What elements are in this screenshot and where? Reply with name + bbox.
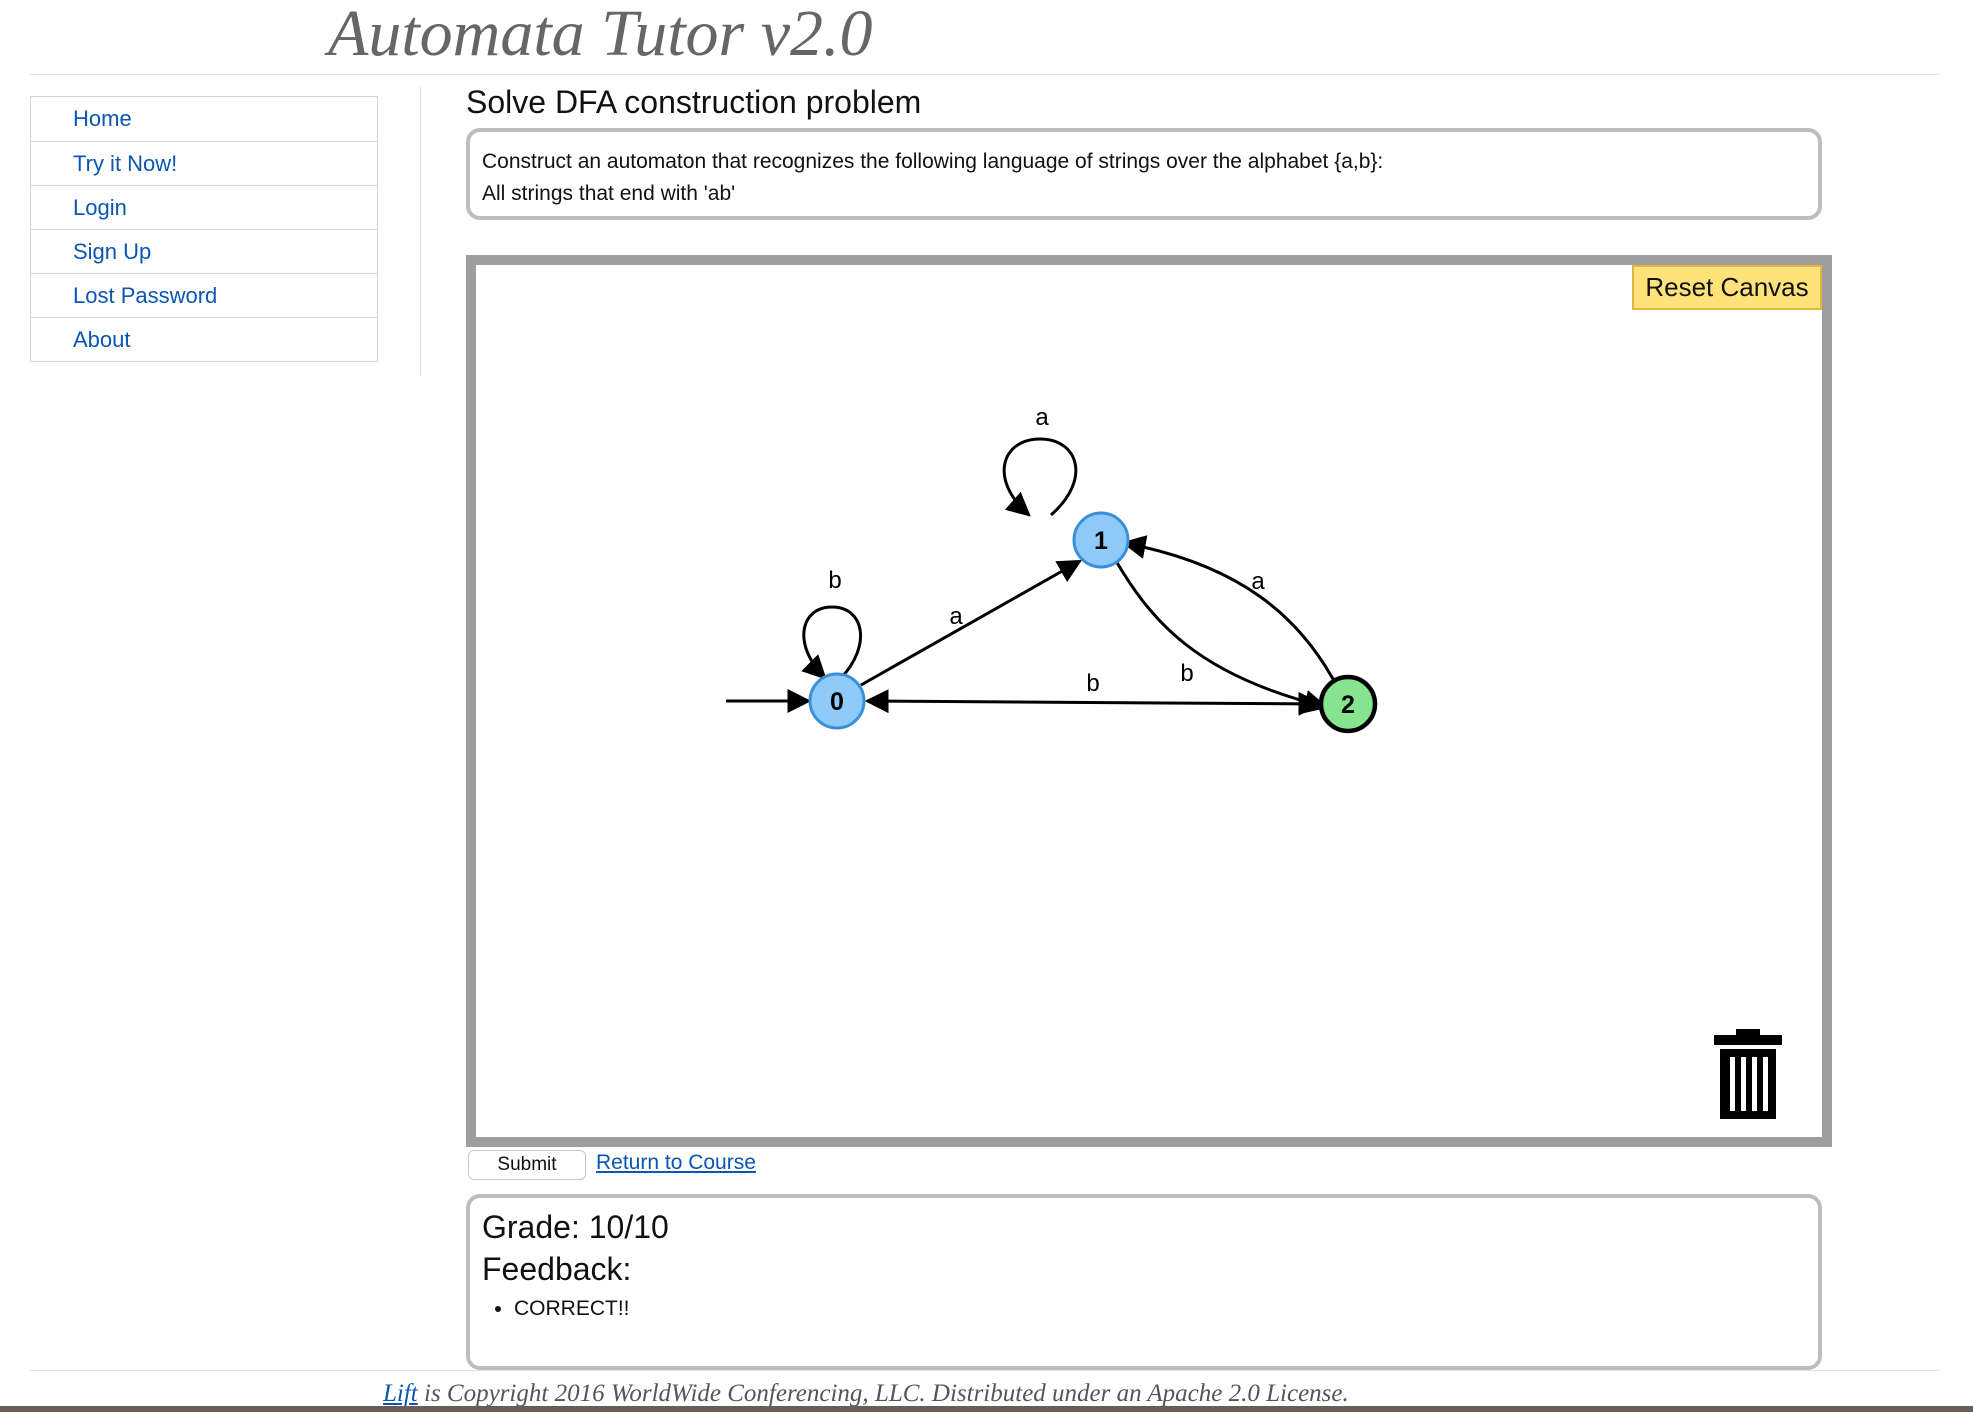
state-2-label: 2 xyxy=(1341,691,1355,719)
sidebar-item-try-it-now[interactable]: Try it Now! xyxy=(31,141,377,185)
problem-line-2: All strings that end with 'ab' xyxy=(482,182,736,205)
sidebar-item-home[interactable]: Home xyxy=(31,97,377,141)
trash-icon[interactable] xyxy=(1712,1027,1784,1119)
app-title: Automata Tutor v2.0 xyxy=(328,0,873,70)
reset-canvas-button[interactable]: Reset Canvas xyxy=(1632,265,1822,310)
label-1-1: a xyxy=(1035,404,1049,431)
sidebar-link-sign-up[interactable]: Sign Up xyxy=(73,239,151,264)
sidebar-link-home[interactable]: Home xyxy=(73,106,132,131)
sidebar-item-login[interactable]: Login xyxy=(31,185,377,229)
header-divider xyxy=(30,74,1940,75)
automaton-canvas[interactable]: b a a b a b 0 1 2 Reset Canvas xyxy=(476,265,1822,1137)
transition-2-0[interactable] xyxy=(864,689,1323,716)
label-1-2: b xyxy=(1180,660,1193,687)
feedback-item: CORRECT!! xyxy=(514,1294,1806,1324)
sidebar-item-lost-password[interactable]: Lost Password xyxy=(31,273,377,317)
transition-0-1[interactable] xyxy=(860,559,1083,687)
feedback-panel: Grade: 10/10 Feedback: CORRECT!! xyxy=(466,1194,1822,1370)
transition-2-1[interactable] xyxy=(1121,535,1335,680)
sidebar-item-sign-up[interactable]: Sign Up xyxy=(31,229,377,273)
footer: Lift is Copyright 2016 WorldWide Confere… xyxy=(383,1380,1349,1408)
sidebar-link-lost-password[interactable]: Lost Password xyxy=(73,283,217,308)
window-bottom-edge xyxy=(0,1406,1973,1412)
transition-1-2[interactable] xyxy=(1114,560,1329,714)
page-title: Solve DFA construction problem xyxy=(466,84,922,120)
grade-text: Grade: 10/10 xyxy=(482,1209,669,1245)
state-2-accepting[interactable]: 2 xyxy=(1318,674,1378,734)
label-2-1: a xyxy=(1251,568,1265,595)
sidebar-divider xyxy=(420,86,421,376)
label-2-0: b xyxy=(1086,670,1099,697)
sidebar-link-about[interactable]: About xyxy=(73,327,131,352)
sidebar-item-about[interactable]: About xyxy=(31,317,377,361)
state-1-label: 1 xyxy=(1094,527,1108,555)
state-0-label: 0 xyxy=(830,688,844,716)
label-0-1: a xyxy=(949,603,963,630)
footer-divider xyxy=(30,1370,1940,1371)
feedback-list: CORRECT!! xyxy=(482,1294,1806,1324)
lift-link[interactable]: Lift xyxy=(383,1380,418,1407)
dfa-diagram[interactable]: b a a b a b 0 1 2 xyxy=(476,265,1822,1137)
transition-1-1[interactable] xyxy=(1002,437,1078,517)
problem-statement: Construct an automaton that recognizes t… xyxy=(466,128,1822,220)
return-to-course-link[interactable]: Return to Course xyxy=(596,1151,756,1175)
submit-button[interactable]: Submit xyxy=(468,1150,586,1180)
sidebar-link-try-it-now[interactable]: Try it Now! xyxy=(73,151,177,176)
label-0-0: b xyxy=(828,567,841,594)
transition-0-0[interactable] xyxy=(801,605,863,680)
sidebar-link-login[interactable]: Login xyxy=(73,195,127,220)
canvas-frame: b a a b a b 0 1 2 Reset Canvas xyxy=(466,255,1832,1147)
feedback-heading: Feedback: xyxy=(482,1251,632,1287)
problem-line-1: Construct an automaton that recognizes t… xyxy=(482,150,1384,173)
state-1[interactable]: 1 xyxy=(1072,511,1130,569)
footer-copyright: is Copyright 2016 WorldWide Conferencing… xyxy=(417,1380,1349,1407)
sidebar-nav: Home Try it Now! Login Sign Up Lost Pass… xyxy=(30,96,378,362)
state-0[interactable]: 0 xyxy=(808,672,866,730)
